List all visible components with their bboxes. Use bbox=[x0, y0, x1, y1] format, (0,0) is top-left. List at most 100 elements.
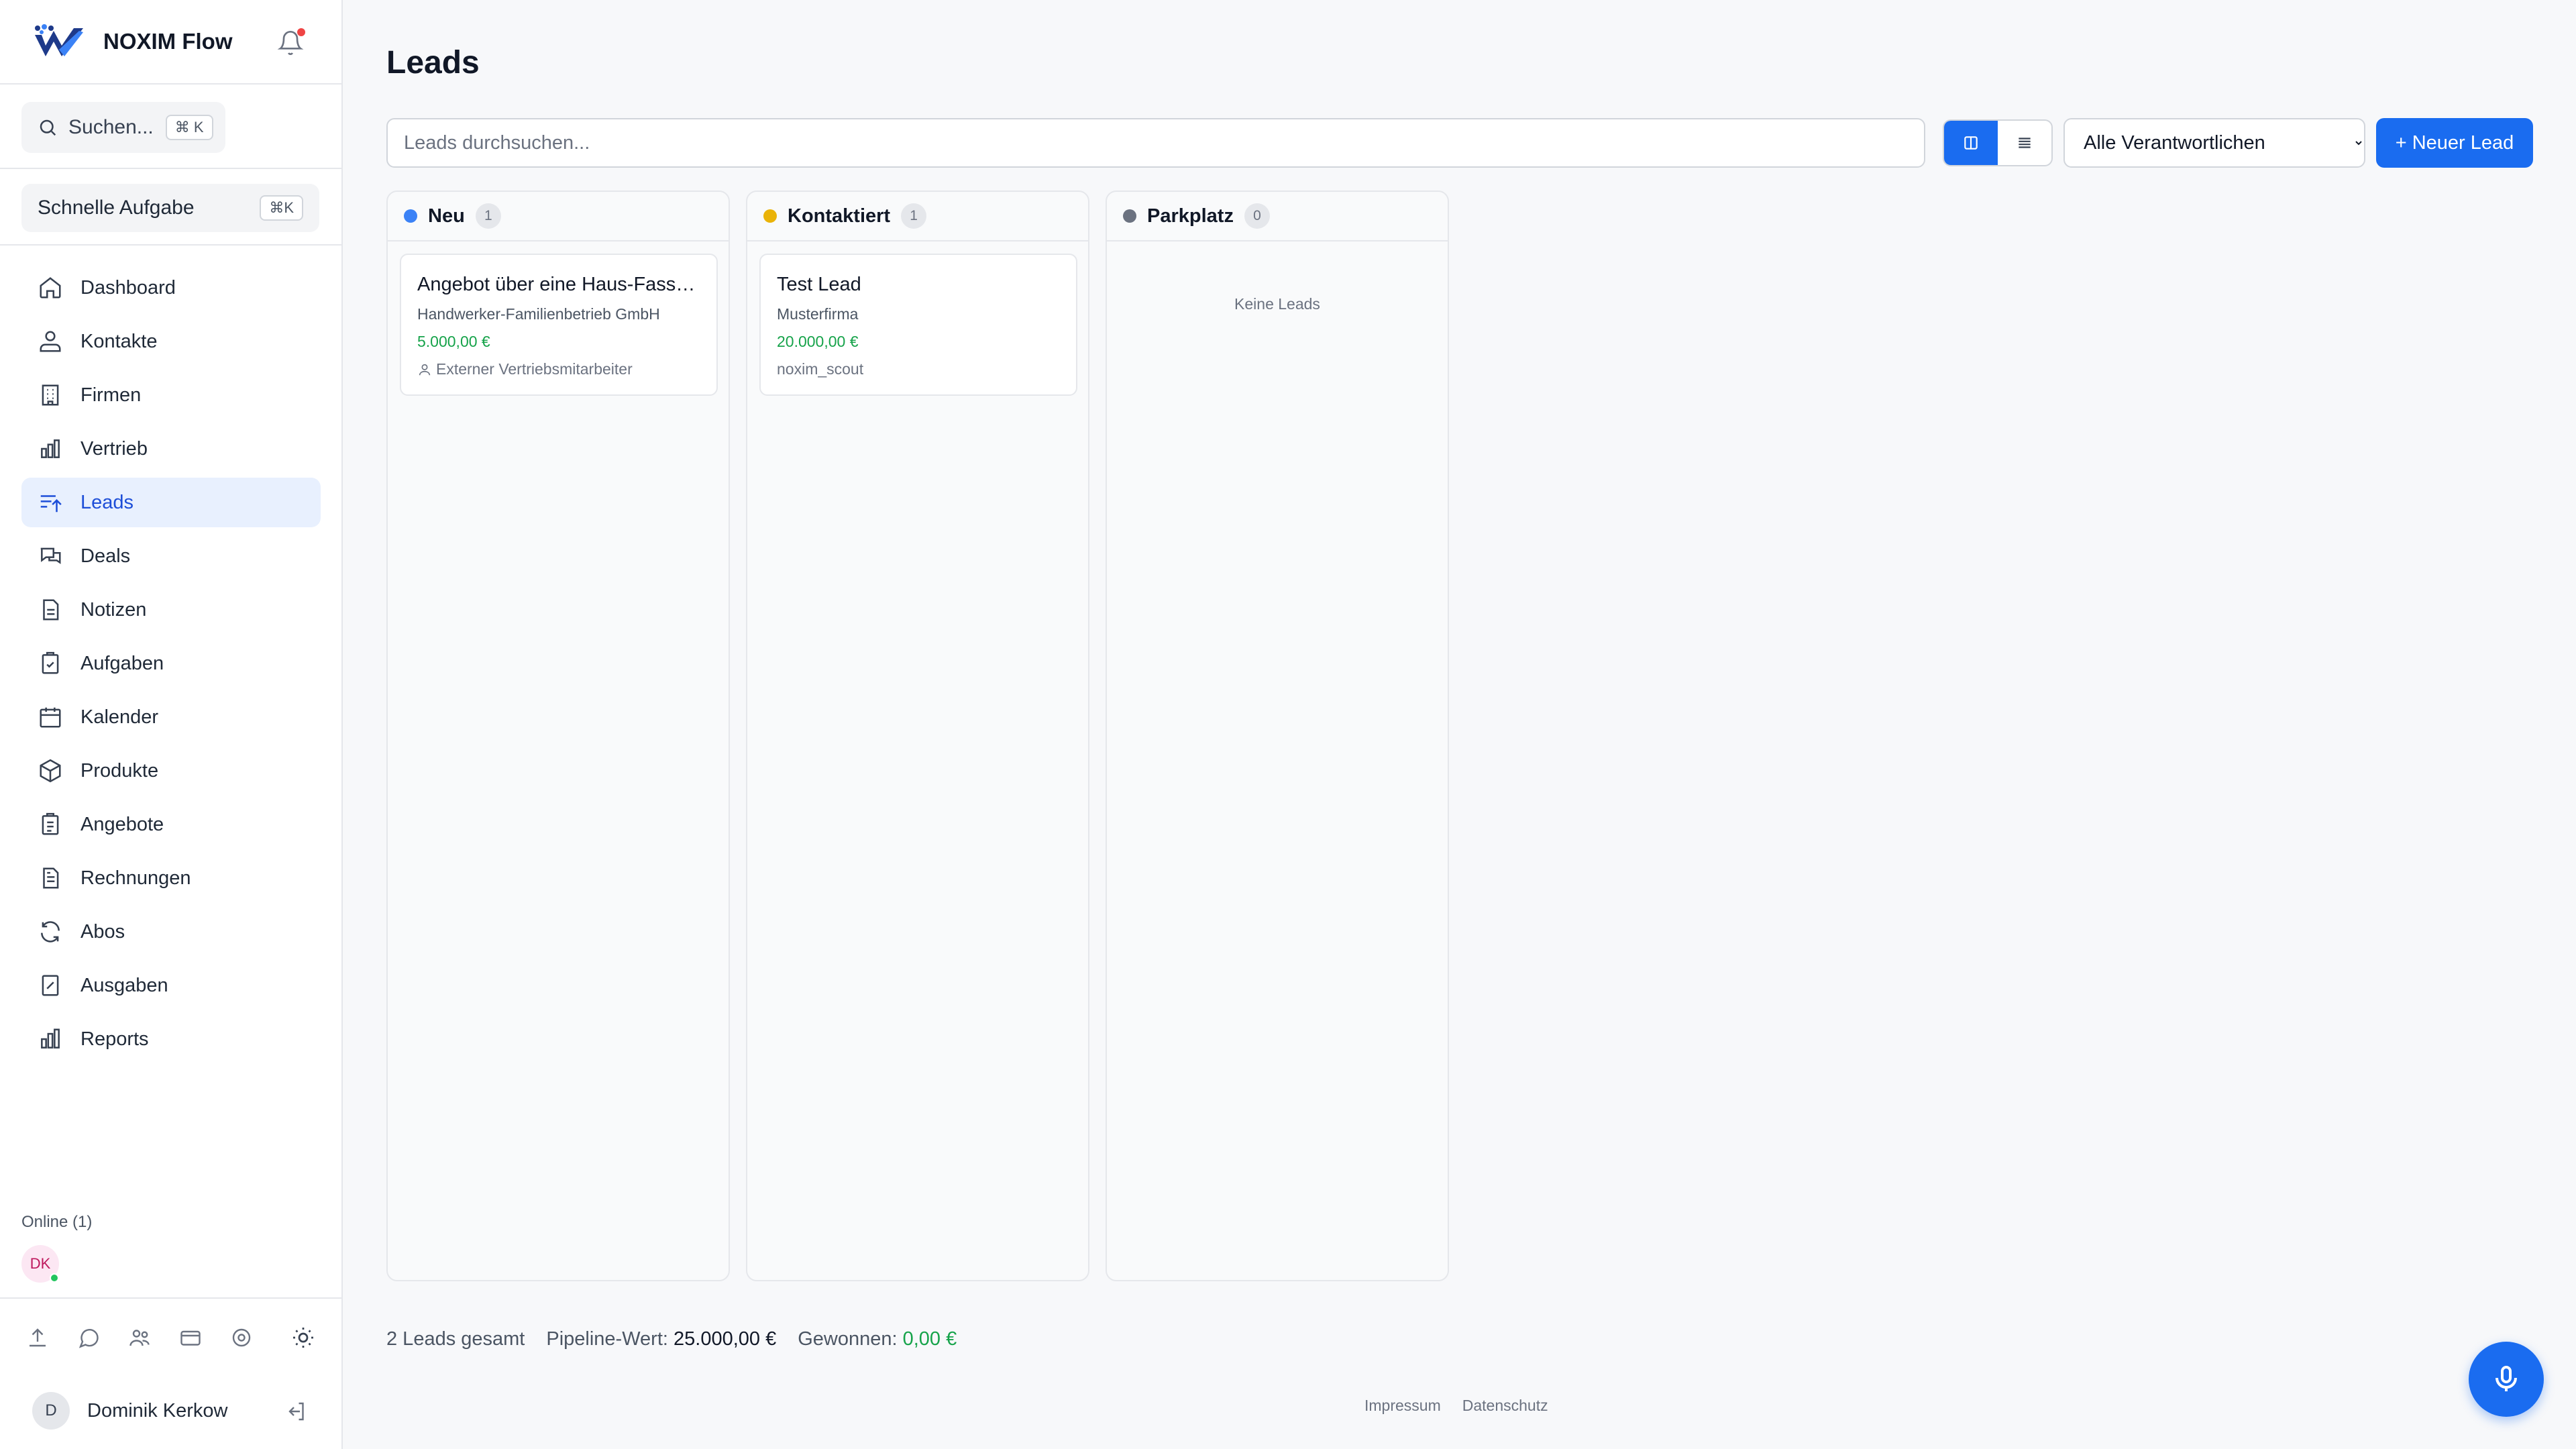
impressum-link[interactable]: Impressum bbox=[1364, 1397, 1441, 1415]
lead-card[interactable]: Test Lead Musterfirma 20.000,00 € noxim_… bbox=[759, 254, 1077, 396]
sidebar-item-produkte[interactable]: Produkte bbox=[21, 746, 321, 796]
won-value: 0,00 € bbox=[902, 1328, 957, 1350]
sidebar-nav: Dashboard Kontakte Firmen Vertrieb Leads… bbox=[21, 263, 321, 1068]
user-avatar: D bbox=[32, 1392, 70, 1430]
sidebar-item-deals[interactable]: Deals bbox=[21, 531, 321, 581]
home-icon bbox=[40, 277, 61, 299]
column-header: Parkplatz 0 bbox=[1107, 192, 1448, 241]
user-profile[interactable]: D Dominik Kerkow bbox=[0, 1373, 341, 1449]
quick-task-button[interactable]: Schnelle Aufgabe ⌘K bbox=[21, 184, 319, 232]
empty-column-text: Keine Leads bbox=[1234, 295, 1320, 313]
sidebar-item-label: Kontakte bbox=[80, 330, 158, 352]
clipboard-check-icon bbox=[42, 651, 59, 674]
microphone-icon bbox=[2496, 1366, 2517, 1391]
reports-icon bbox=[41, 1028, 60, 1049]
list-view-button[interactable] bbox=[1998, 121, 2051, 165]
settings-icon[interactable] bbox=[229, 1326, 254, 1350]
won-value-label: Gewonnen: bbox=[798, 1328, 898, 1350]
sidebar-item-dashboard[interactable]: Dashboard bbox=[21, 263, 321, 313]
chat-icon[interactable] bbox=[76, 1326, 101, 1350]
column-status-dot bbox=[1123, 209, 1136, 223]
quick-task-shortcut: ⌘K bbox=[260, 195, 303, 221]
clipboard-icon bbox=[42, 812, 59, 835]
sidebar-item-abos[interactable]: Abos bbox=[21, 907, 321, 957]
sidebar: NOXIM Flow Suchen... ⌘ K Schnelle Aufgab… bbox=[0, 0, 343, 1449]
sidebar-item-label: Notizen bbox=[80, 598, 147, 621]
lead-card-title: Angebot über eine Haus-Fassadensanierung bbox=[417, 274, 700, 295]
total-leads: 2 Leads gesamt bbox=[386, 1328, 525, 1350]
sidebar-item-label: Vertrieb bbox=[80, 437, 148, 460]
person-icon bbox=[419, 364, 431, 375]
online-user-avatar[interactable]: DK bbox=[21, 1245, 59, 1283]
leads-icon bbox=[40, 495, 62, 513]
sidebar-item-label: Produkte bbox=[80, 759, 159, 782]
column-status-dot bbox=[763, 209, 777, 223]
sidebar-item-leads[interactable]: Leads bbox=[21, 478, 321, 527]
document-icon bbox=[43, 599, 59, 621]
lead-card-company: Handwerker-Familienbetrieb GmbH bbox=[417, 305, 660, 323]
won-value-stat: Gewonnen: 0,00 € bbox=[798, 1328, 957, 1350]
calendar-icon bbox=[40, 707, 61, 728]
sun-icon[interactable] bbox=[291, 1326, 315, 1350]
lead-card[interactable]: Angebot über eine Haus-Fassadensanierung… bbox=[400, 254, 718, 396]
notification-dot bbox=[297, 28, 305, 36]
brand-name: NOXIM Flow bbox=[103, 29, 233, 54]
notifications-bell[interactable] bbox=[277, 28, 305, 58]
pipeline-value-stat: Pipeline-Wert: 25.000,00 € bbox=[546, 1328, 776, 1350]
sidebar-item-ausgaben[interactable]: Ausgaben bbox=[21, 961, 321, 1010]
team-icon[interactable] bbox=[127, 1326, 152, 1350]
kanban-column-neu: Neu 1 Angebot über eine Haus-Fassadensan… bbox=[386, 191, 730, 1281]
pipeline-value-label: Pipeline-Wert: bbox=[546, 1328, 668, 1350]
sidebar-item-label: Rechnungen bbox=[80, 867, 191, 889]
column-title: Parkplatz bbox=[1147, 205, 1234, 227]
kanban-column-parkplatz: Parkplatz 0 Keine Leads bbox=[1106, 191, 1449, 1281]
online-status-dot bbox=[50, 1273, 59, 1283]
lead-card-value: 5.000,00 € bbox=[417, 333, 490, 350]
contacts-icon bbox=[40, 331, 61, 352]
sidebar-item-label: Reports bbox=[80, 1028, 149, 1050]
global-search-button[interactable]: Suchen... ⌘ K bbox=[21, 102, 225, 153]
sidebar-item-angebote[interactable]: Angebote bbox=[21, 800, 321, 849]
sidebar-item-rechnungen[interactable]: Rechnungen bbox=[21, 853, 321, 903]
bar-chart-icon bbox=[41, 439, 60, 458]
brand: NOXIM Flow bbox=[0, 0, 341, 85]
voice-input-button[interactable] bbox=[2469, 1342, 2544, 1417]
sidebar-item-aufgaben[interactable]: Aufgaben bbox=[21, 639, 321, 688]
search-icon bbox=[40, 119, 56, 136]
sidebar-item-kontakte[interactable]: Kontakte bbox=[21, 317, 321, 366]
lead-card-owner-name: noxim_scout bbox=[777, 360, 864, 378]
online-label: Online (1) bbox=[21, 1213, 93, 1231]
user-name: Dominik Kerkow bbox=[87, 1399, 228, 1421]
search-shortcut: ⌘ K bbox=[165, 115, 213, 140]
view-toggle bbox=[1943, 119, 2053, 166]
sidebar-item-label: Abos bbox=[80, 920, 125, 943]
lead-card-title: Test Lead bbox=[777, 274, 861, 295]
sidebar-item-reports[interactable]: Reports bbox=[21, 1014, 321, 1064]
sidebar-item-notizen[interactable]: Notizen bbox=[21, 585, 321, 635]
invoice-icon bbox=[43, 867, 59, 889]
column-count-badge: 0 bbox=[1244, 203, 1270, 229]
refresh-icon bbox=[41, 921, 60, 943]
quick-task-area: Schnelle Aufgabe ⌘K bbox=[0, 170, 341, 246]
upload-icon[interactable] bbox=[25, 1326, 50, 1350]
owner-filter-select[interactable]: Alle Verantwortlichen bbox=[2063, 118, 2365, 168]
page-title: Leads bbox=[386, 45, 480, 80]
sidebar-item-firmen[interactable]: Firmen bbox=[21, 370, 321, 420]
sidebar-item-kalender[interactable]: Kalender bbox=[21, 692, 321, 742]
datenschutz-link[interactable]: Datenschutz bbox=[1462, 1397, 1548, 1415]
credit-card-icon[interactable] bbox=[178, 1326, 203, 1350]
new-lead-button[interactable]: + Neuer Lead bbox=[2376, 118, 2533, 168]
box-icon bbox=[40, 759, 61, 783]
search-area: Suchen... ⌘ K bbox=[0, 86, 341, 169]
sidebar-item-label: Dashboard bbox=[80, 276, 176, 299]
sidebar-item-label: Kalender bbox=[80, 706, 159, 728]
lead-card-owner: Externer Vertriebsmitarbeiter bbox=[417, 360, 700, 378]
column-title: Kontaktiert bbox=[788, 205, 891, 227]
sidebar-item-vertrieb[interactable]: Vertrieb bbox=[21, 424, 321, 474]
lead-card-company: Musterfirma bbox=[777, 305, 859, 323]
kanban-view-button[interactable] bbox=[1944, 121, 1998, 165]
leads-search-input[interactable] bbox=[386, 118, 1925, 168]
logout-icon[interactable] bbox=[284, 1399, 308, 1424]
global-search-label: Suchen... bbox=[68, 116, 154, 138]
receipt-icon bbox=[42, 975, 59, 996]
